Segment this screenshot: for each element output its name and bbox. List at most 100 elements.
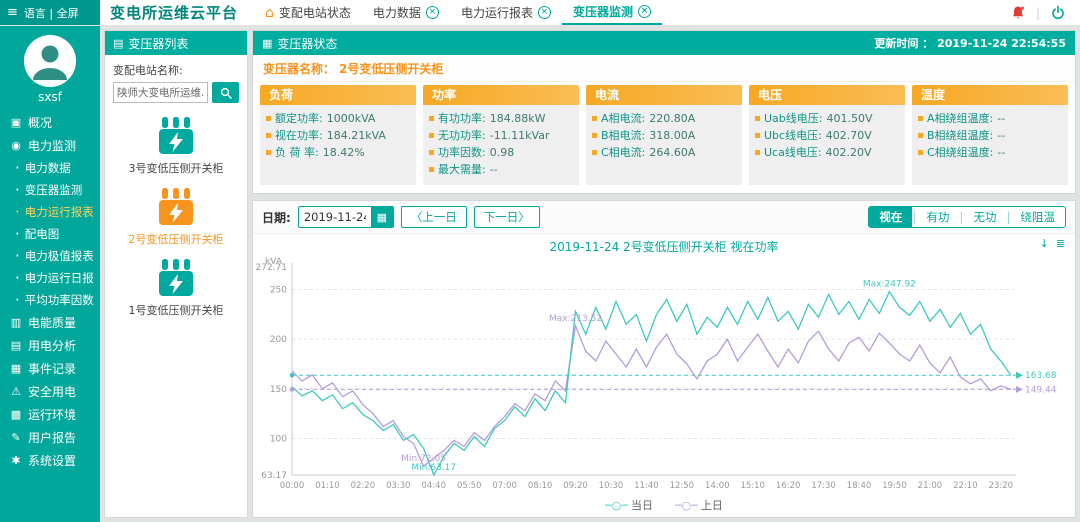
station-search-input[interactable] [113,82,208,103]
close-icon[interactable]: × [426,6,439,19]
bullet-icon [266,116,271,121]
next-day-button[interactable]: 下一日〉 [474,206,540,228]
tab-label: 变压器监测 [573,3,633,20]
sidebar-item-event-record[interactable]: ▦事件记录 [0,357,100,380]
status-row-value: -- [997,127,1005,144]
status-column-header: 电流 [586,85,742,105]
svg-text:05:50: 05:50 [457,481,482,491]
transformer-item-label: 2号变低压侧开关柜 [105,231,247,247]
status-row-label: C相电流: [601,144,645,161]
bullet-icon: · [15,251,20,261]
sidebar-item-power-monitoring[interactable]: ◉ 电力监测 [0,134,100,157]
status-row-label: 最大需量: [438,161,486,178]
tab-power-report[interactable]: 电力运行报表× [450,0,562,25]
svg-text:Min:72.05: Min:72.05 [401,454,446,464]
status-row: Uca线电压:402.20V [755,144,899,161]
hamburger-menu-icon[interactable]: ≡ [7,5,18,20]
status-row: Uab线电压:401.50V [755,110,899,127]
sidebar-item-operating-env[interactable]: ▩运行环境 [0,403,100,426]
sidebar-item-system-settings[interactable]: ✱系统设置 [0,449,100,472]
sidebar-item-power-data[interactable]: ·电力数据 [0,157,100,179]
status-column-body: 额定功率:1000kVA视在功率:184.21kVA负 荷 率:18.42% [260,105,416,185]
status-column-body: A相电流:220.80AB相电流:318.00AC相电流:264.60A [586,105,742,185]
status-column-header: 功率 [423,85,579,105]
sidebar-item-safe-power[interactable]: ⚠安全用电 [0,380,100,403]
svg-text:04:40: 04:40 [422,481,447,491]
svg-text:23:20: 23:20 [989,481,1014,491]
legend-marker-icon: ─○─ [675,499,698,512]
mode-apparent[interactable]: 视在 [869,207,912,227]
status-column: 功率有功功率:184.88kW无功功率:-11.11kVar功率因数:0.98最… [423,85,579,185]
tab-transformer-monitor[interactable]: 变压器监测 × [562,0,662,25]
alarm-bell-icon[interactable] [1010,5,1026,21]
svg-text:10:30: 10:30 [599,481,624,491]
transformer-status-title: 变压器状态 [277,35,337,52]
status-row: A相电流:220.80A [592,110,736,127]
close-icon[interactable]: × [638,5,651,18]
status-row-value: 1000kVA [327,110,376,127]
sidebar-item-label: 电力监测 [28,137,76,154]
date-input[interactable] [299,210,371,224]
sidebar-item-label: 事件记录 [28,360,76,377]
svg-text:200: 200 [270,335,287,345]
power-logout-icon[interactable] [1050,5,1066,21]
mode-winding-temp[interactable]: 绕阻温 [1011,207,1066,227]
status-row: 有功功率:184.88kW [429,110,573,127]
legend-item[interactable]: ─○─上日 [675,497,723,513]
status-row-value: 220.80A [649,110,695,127]
transformer-item[interactable]: 3号变低压侧开关柜 [105,116,247,176]
bullet-icon: · [15,229,20,239]
prev-day-button[interactable]: 〈上一日 [401,206,467,228]
save-image-icon[interactable]: ↓ [1040,237,1049,250]
tab-power-data[interactable]: 电力数据× [362,0,450,25]
svg-text:07:00: 07:00 [492,481,516,491]
sidebar-item-overview[interactable]: ▣概况 [0,111,100,134]
sidebar-item-label: 安全用电 [28,383,76,400]
monitor-icon: ◉ [9,139,23,152]
sidebar-item-power-quality[interactable]: ▥电能质量 [0,311,100,334]
transformer-icon [105,258,247,301]
bullet-icon [592,150,597,155]
legend-item[interactable]: ─○─当日 [605,497,653,513]
tab-station-status[interactable]: ⌂变配电站状态 [254,0,362,25]
sidebar-item-transformer-monitoring[interactable]: ·变压器监测 [0,179,100,201]
mode-active-power[interactable]: 有功 [916,207,959,227]
svg-text:00:00: 00:00 [280,481,305,491]
status-row: 额定功率:1000kVA [266,110,410,127]
sidebar-item-distribution-diagram[interactable]: ·配电图 [0,223,100,245]
sidebar-item-power-operation-report[interactable]: ·电力运行报表 [0,201,100,223]
transformer-item[interactable]: 1号变低压侧开关柜 [105,258,247,318]
sidebar-item-user-report[interactable]: ✎用户报告 [0,426,100,449]
bullet-icon [918,133,923,138]
data-view-icon[interactable]: ≣ [1056,237,1065,250]
close-icon[interactable]: × [538,6,551,19]
transformer-list: 3号变低压侧开关柜 2号变低压侧开关柜 1号变低压侧开关柜 [105,105,247,318]
transformer-name-value: 2号变低压侧开关柜 [339,60,443,77]
sidebar-item-power-daily-report[interactable]: ·电力运行日报 [0,267,100,289]
svg-text:163.68: 163.68 [1025,371,1057,381]
transformer-icon [105,187,247,230]
date-label: 日期: [262,209,291,226]
sidebar-item-avg-power-factor[interactable]: ·平均功率因数 [0,289,100,311]
list-icon: ▤ [113,37,123,50]
status-row-label: B相绕组温度: [927,127,993,144]
status-row-label: 视在功率: [275,127,323,144]
avatar[interactable] [24,35,76,87]
sidebar-item-consumption-analysis[interactable]: ▤用电分析 [0,334,100,357]
search-button[interactable] [212,82,239,103]
topbar-corner: ≡ 语言 | 全屏 [0,0,100,25]
transformer-item[interactable]: 2号变低压侧开关柜 [105,187,247,247]
sidebar-item-power-extreme-report[interactable]: ·电力极值报表 [0,245,100,267]
transformer-name-row: 变压器名称： 2号变低压侧开关柜 [253,55,1075,82]
bullet-icon: · [15,163,20,173]
separator: | [1036,6,1040,20]
mode-reactive-power[interactable]: 无功 [963,207,1006,227]
calendar-icon[interactable]: ▦ [371,206,393,228]
svg-text:03:30: 03:30 [386,481,411,491]
status-column-body: 有功功率:184.88kW无功功率:-11.11kVar功率因数:0.98最大需… [423,105,579,185]
bullet-icon: · [15,185,20,195]
language-fullscreen-label[interactable]: 语言 | 全屏 [24,5,79,21]
svg-text:149.44: 149.44 [1025,385,1057,395]
status-row-label: 负 荷 率: [275,144,319,161]
status-column: 温度A相绕组温度:--B相绕组温度:--C相绕组温度:-- [912,85,1068,185]
